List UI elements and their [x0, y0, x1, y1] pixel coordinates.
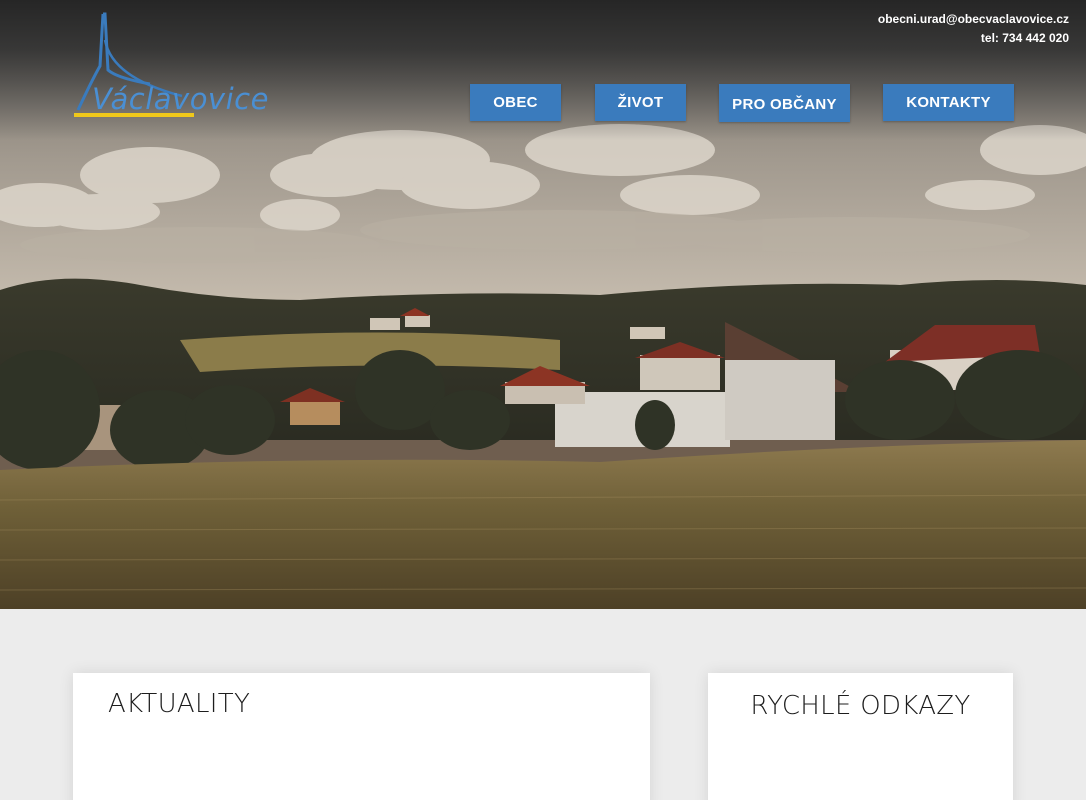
- news-card: AKTUALITY: [73, 673, 650, 800]
- nav-pro-obcany-button[interactable]: PRO OBČANY: [719, 84, 850, 122]
- nav-zivot-button[interactable]: ŽIVOT: [595, 84, 686, 121]
- contact-info: obecni.urad@obecvaclavovice.cz tel: 734 …: [878, 10, 1069, 48]
- contact-phone[interactable]: tel: 734 442 020: [878, 29, 1069, 48]
- nav-kontakty-button[interactable]: KONTAKTY: [883, 84, 1014, 121]
- logo-text: Václavovice: [92, 82, 269, 116]
- site-logo[interactable]: Václavovice: [72, 10, 292, 122]
- quick-links-heading: RYCHLÉ ODKAZY: [750, 691, 971, 721]
- quick-links-card: RYCHLÉ ODKAZY: [708, 673, 1013, 800]
- nav-obec-button[interactable]: OBEC: [470, 84, 561, 121]
- contact-email[interactable]: obecni.urad@obecvaclavovice.cz: [878, 10, 1069, 29]
- news-heading: AKTUALITY: [108, 689, 251, 719]
